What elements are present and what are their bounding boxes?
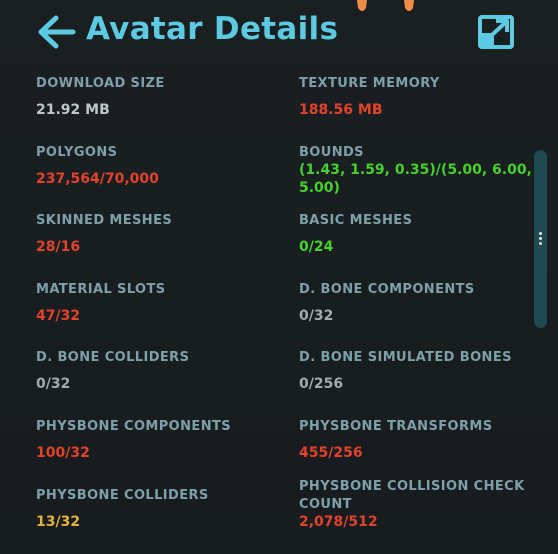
d-bone-simulated-bones-value: 0/256 [299, 376, 344, 392]
drag-handle-icon [539, 232, 542, 247]
bounds-value-line1: (1.43, 1.59, 0.35)/(5.00, 6.00, [299, 162, 532, 178]
basic-meshes-label: BASIC MESHES [299, 213, 413, 228]
avatar-details-panel: Avatar Details DOWNLOAD SIZE 21.92 MB TE… [0, 0, 558, 554]
back-button[interactable] [36, 14, 76, 50]
d-bone-simulated-bones-label: D. BONE SIMULATED BONES [299, 350, 512, 365]
scrollbar-thumb[interactable] [534, 150, 547, 328]
bounds-label: BOUNDS [299, 145, 364, 160]
page-title: Avatar Details [86, 11, 339, 47]
basic-meshes-value: 0/24 [299, 239, 334, 255]
download-size-label: DOWNLOAD SIZE [36, 76, 165, 91]
d-bone-components-value: 0/32 [299, 308, 334, 324]
material-slots-value: 47/32 [36, 308, 81, 324]
decoration-icon [357, 0, 367, 11]
open-in-new-window-icon [478, 15, 514, 49]
polygons-value: 237,564/70,000 [36, 171, 159, 187]
arrow-left-icon [38, 15, 76, 49]
physbone-transforms-value: 455/256 [299, 445, 363, 461]
texture-memory-label: TEXTURE MEMORY [299, 76, 440, 91]
physbone-colliders-value: 13/32 [36, 514, 81, 530]
polygons-label: POLYGONS [36, 145, 118, 160]
physbone-transforms-label: PHYSBONE TRANSFORMS [299, 419, 493, 434]
physbone-components-value: 100/32 [36, 445, 90, 461]
skinned-meshes-label: SKINNED MESHES [36, 213, 173, 228]
bounds-value-line2: 5.00) [299, 180, 340, 196]
physbone-components-label: PHYSBONE COMPONENTS [36, 419, 232, 434]
physbone-colliders-label: PHYSBONE COLLIDERS [36, 488, 209, 503]
download-size-value: 21.92 MB [36, 102, 110, 118]
d-bone-components-label: D. BONE COMPONENTS [299, 282, 475, 297]
decoration-icon [404, 0, 414, 11]
skinned-meshes-value: 28/16 [36, 239, 81, 255]
material-slots-label: MATERIAL SLOTS [36, 282, 166, 297]
d-bone-colliders-value: 0/32 [36, 376, 71, 392]
header: Avatar Details [0, 0, 558, 66]
d-bone-colliders-label: D. BONE COLLIDERS [36, 350, 190, 365]
texture-memory-value: 188.56 MB [299, 102, 383, 118]
physbone-collision-check-count-value: 2,078/512 [299, 514, 378, 530]
physbone-collision-check-count-label-line1: PHYSBONE COLLISION CHECK [299, 479, 525, 494]
popout-button[interactable] [476, 13, 516, 51]
physbone-collision-check-count-label-line2: COUNT [299, 497, 352, 512]
